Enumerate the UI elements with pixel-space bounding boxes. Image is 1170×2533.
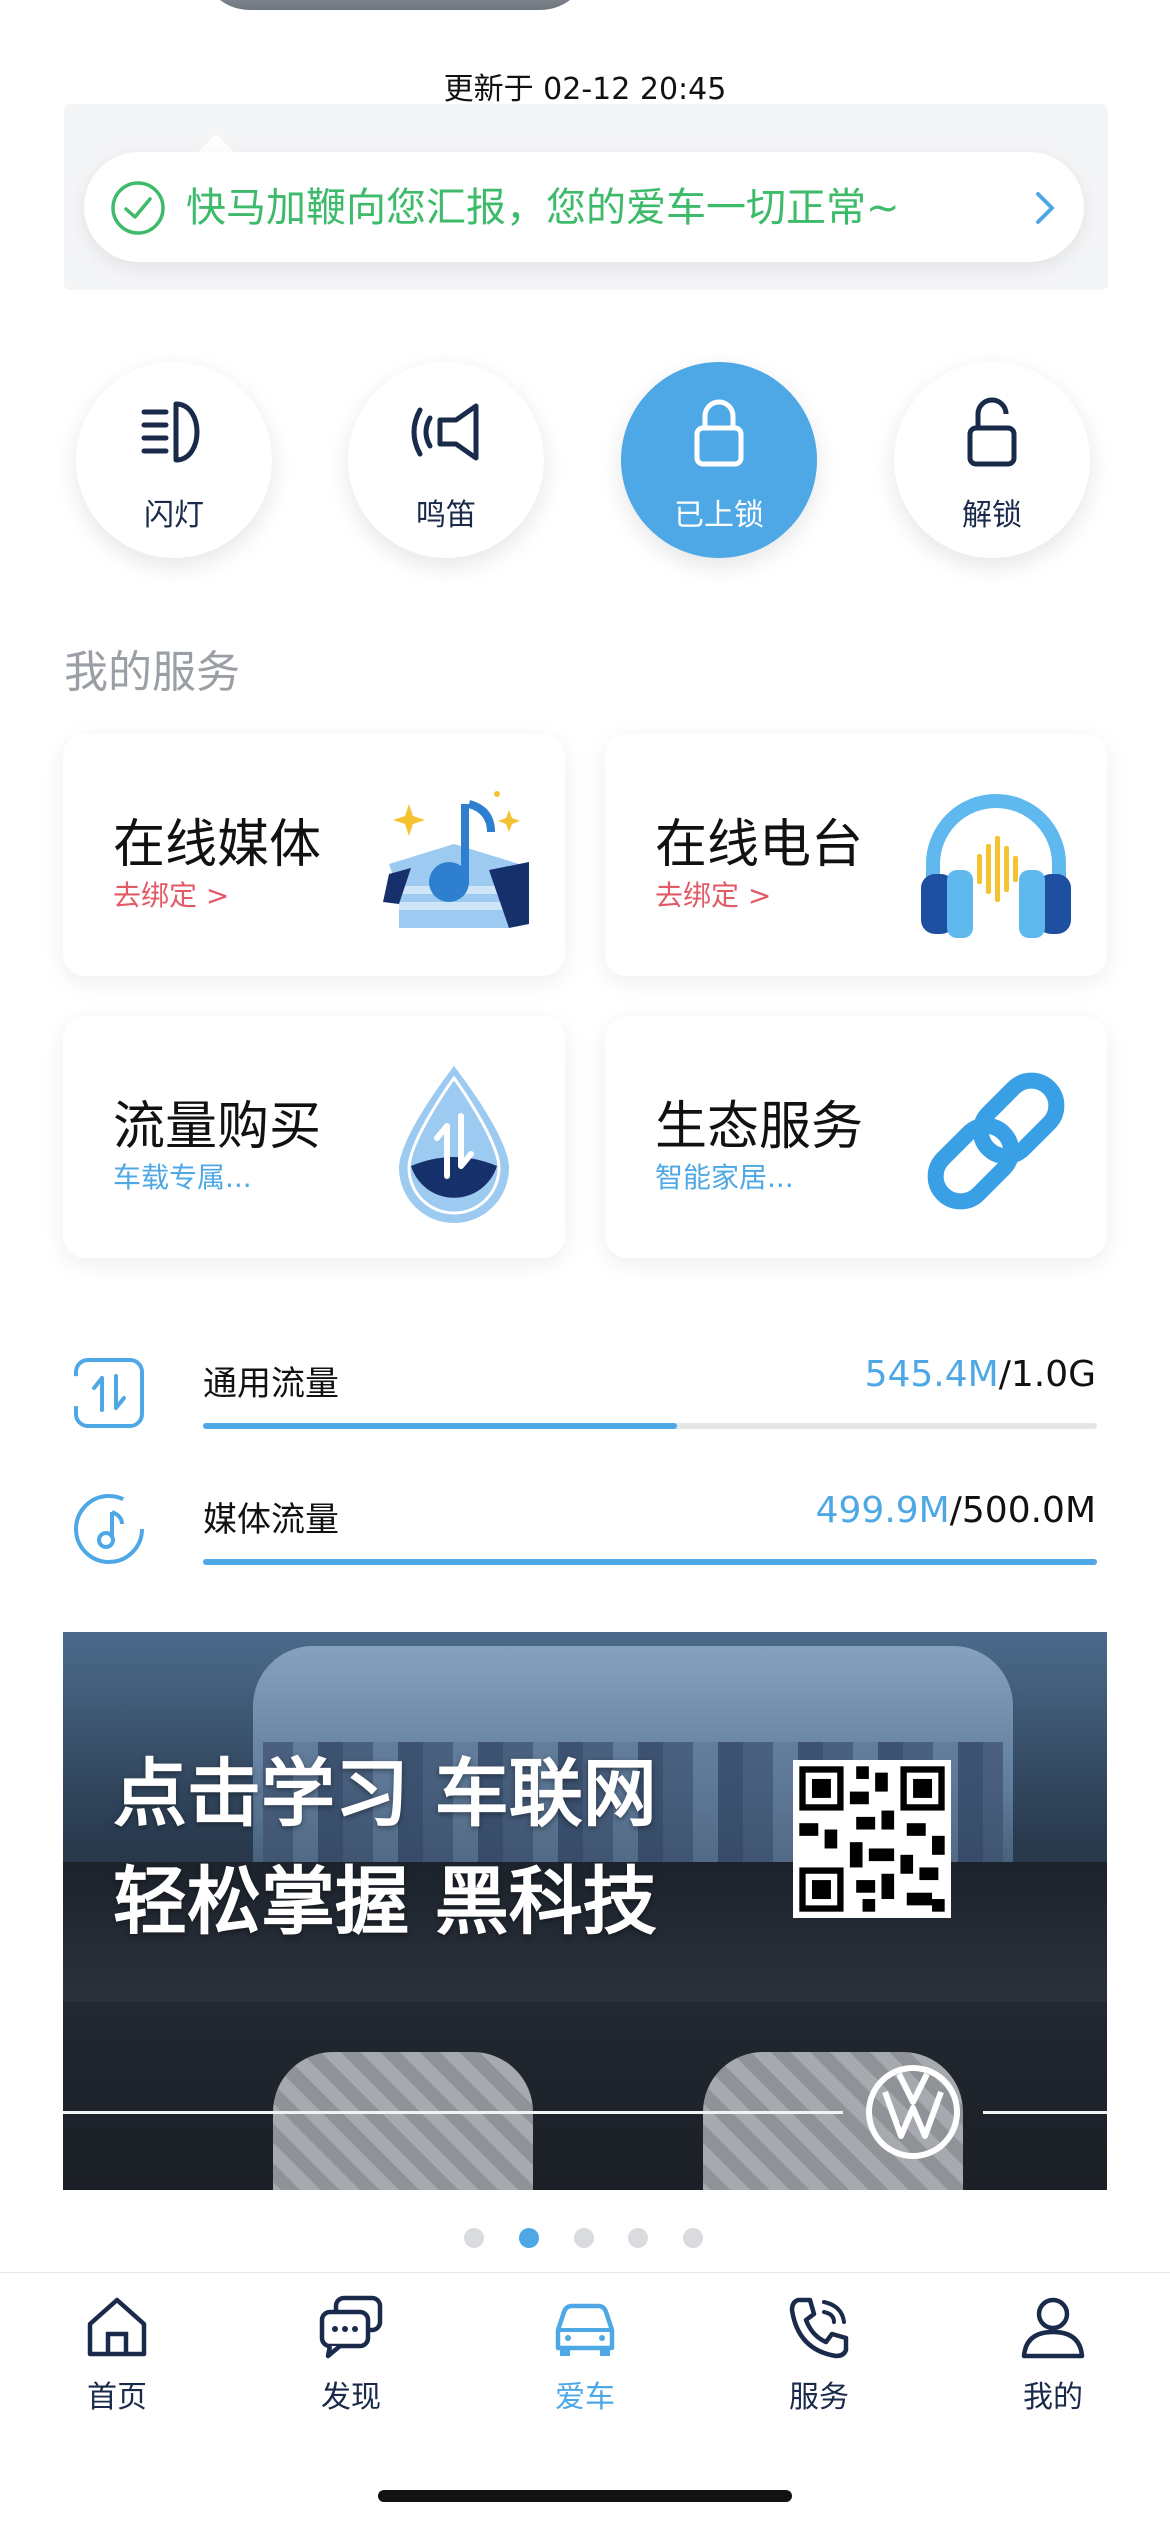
horn-label: 鸣笛 [416, 498, 476, 533]
tab-service[interactable]: 服务 [744, 2292, 894, 2415]
status-pointer [196, 134, 236, 154]
chain-link-icon [927, 1072, 1065, 1210]
unlock-button[interactable]: 解锁 [894, 362, 1090, 558]
unlock-label: 解锁 [962, 498, 1022, 533]
music-box-icon [383, 791, 529, 928]
profile-icon [1021, 2297, 1085, 2359]
media-data-label: 媒体流量 [203, 1500, 339, 1540]
carousel-dot[interactable] [683, 2228, 703, 2248]
media-data-progress [203, 1559, 1097, 1565]
data-drop-icon [399, 1066, 509, 1223]
service-title: 在线媒体 [113, 815, 322, 875]
service-subtitle[interactable]: 去绑定 > [655, 874, 771, 914]
car-icon [555, 2303, 615, 2356]
carousel-dot-active[interactable] [519, 2228, 539, 2248]
banner-seat-left [273, 2052, 533, 2190]
service-subtitle[interactable]: 去绑定 > [113, 874, 229, 914]
tab-discover-label: 发现 [321, 2380, 381, 2415]
carousel-dot[interactable] [464, 2228, 484, 2248]
service-card-data-purchase[interactable]: 流量购买 车载专属... [63, 1016, 565, 1258]
tab-my-car-label: 爱车 [555, 2380, 615, 2415]
check-circle-icon [111, 181, 165, 235]
banner-line-2: 轻松掌握 黑科技 [113, 1859, 657, 1945]
tab-profile-label: 我的 [1023, 2380, 1083, 2415]
service-card-media[interactable]: 在线媒体 去绑定 > [63, 734, 565, 976]
media-data-value: 499.9M/500.0M [815, 1490, 1096, 1531]
tab-home[interactable]: 首页 [42, 2292, 192, 2415]
general-data-icon [74, 1358, 144, 1428]
horn-icon [411, 403, 479, 461]
vw-logo-icon [866, 2065, 960, 2159]
chat-bubbles-icon [319, 2295, 383, 2359]
media-data-progress-fill [203, 1559, 1097, 1565]
status-message: 快马加鞭向您汇报，您的爱车一切正常~ [186, 185, 900, 231]
car-image-edge [200, 0, 590, 10]
service-title: 在线电台 [655, 815, 864, 875]
banner-divider-right [983, 2111, 1107, 2114]
update-time: 更新于 02-12 20:45 [443, 72, 727, 107]
phone-icon [789, 2297, 849, 2359]
tab-discover[interactable]: 发现 [276, 2292, 426, 2415]
service-title: 流量购买 [113, 1097, 322, 1157]
general-data-progress-fill [203, 1423, 677, 1429]
flash-lights-button[interactable]: 闪灯 [76, 362, 272, 558]
qr-code-icon [793, 1760, 951, 1918]
banner-divider-left [63, 2111, 843, 2114]
general-data-value: 545.4M/1.0G [864, 1354, 1096, 1395]
service-card-radio[interactable]: 在线电台 去绑定 > [605, 734, 1107, 976]
carousel-dot[interactable] [574, 2228, 594, 2248]
locked-button[interactable]: 已上锁 [621, 362, 817, 558]
service-subtitle: 智能家居... [655, 1161, 794, 1194]
general-data-label: 通用流量 [203, 1364, 339, 1404]
service-subtitle: 车载专属... [113, 1161, 252, 1194]
lock-icon [694, 399, 744, 467]
service-card-ecosystem[interactable]: 生态服务 智能家居... [605, 1016, 1107, 1258]
home-icon [87, 2297, 147, 2357]
section-title: 我的服务 [64, 647, 240, 698]
locked-label: 已上锁 [674, 498, 764, 533]
headlight-icon [141, 401, 200, 463]
media-data-icon [74, 1494, 144, 1564]
horn-button[interactable]: 鸣笛 [348, 362, 544, 558]
tab-home-label: 首页 [87, 2380, 147, 2415]
tab-service-label: 服务 [789, 2380, 849, 2415]
home-indicator [378, 2490, 792, 2502]
unlock-icon [967, 397, 1017, 467]
carousel-dot[interactable] [628, 2228, 648, 2248]
chevron-right-icon[interactable] [1030, 186, 1060, 230]
flash-lights-label: 闪灯 [144, 498, 204, 533]
tab-my-car[interactable]: 爱车 [510, 2292, 660, 2415]
banner-line-1: 点击学习 车联网 [113, 1751, 657, 1837]
general-data-progress [203, 1423, 1097, 1429]
service-title: 生态服务 [655, 1097, 864, 1157]
promo-banner[interactable]: 点击学习 车联网 轻松掌握 黑科技 [63, 1632, 1107, 2190]
tab-profile[interactable]: 我的 [978, 2292, 1128, 2415]
headphones-icon [921, 794, 1071, 938]
